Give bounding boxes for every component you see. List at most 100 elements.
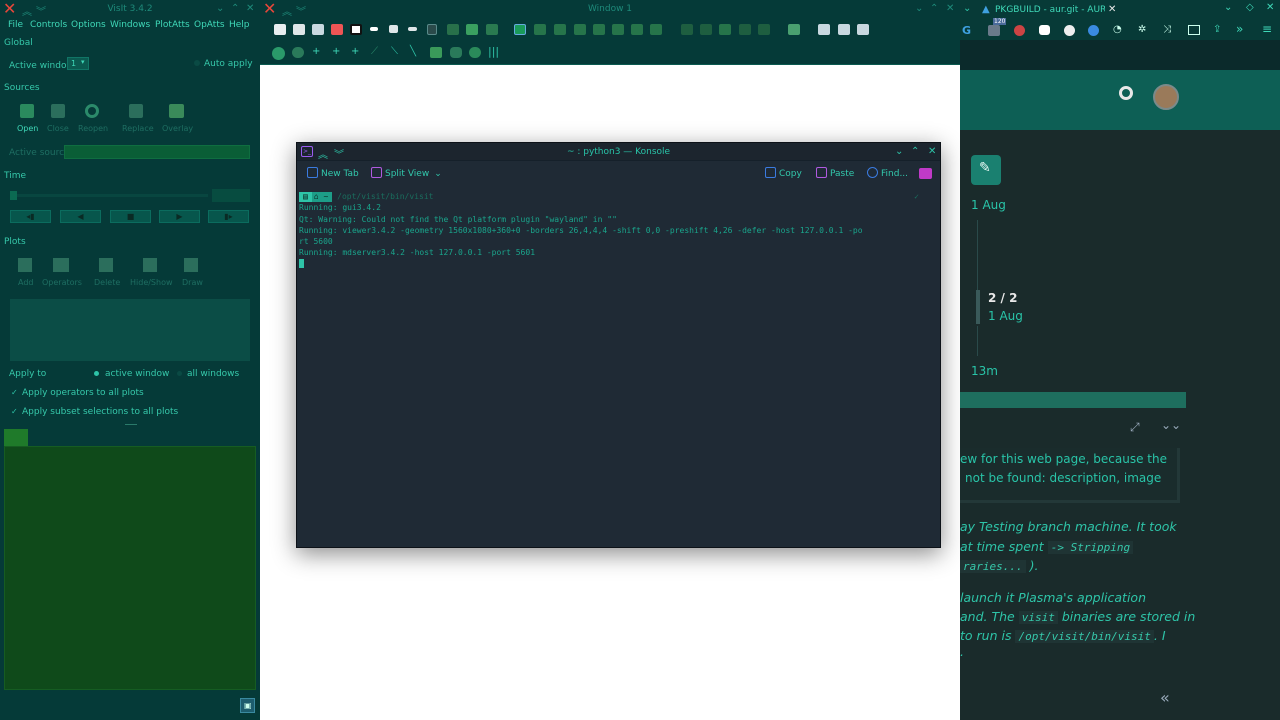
layout-1x1-icon[interactable] <box>350 24 362 35</box>
menu-icon[interactable]: ≡ <box>1262 22 1272 36</box>
save-image-icon[interactable] <box>788 24 800 35</box>
animation-stop-icon[interactable] <box>719 24 731 35</box>
navigate-mode-icon[interactable] <box>514 24 526 35</box>
menu-windows[interactable]: Windows <box>110 20 150 30</box>
stop-button[interactable]: ■ <box>110 210 151 223</box>
dock-button[interactable]: ▣ <box>240 698 255 713</box>
expand-icon[interactable]: ⤢ <box>1130 420 1140 435</box>
terminal-output[interactable]: ▤ ⌂ ~ /opt/visit/bin/visit ✓ Running: gui3… <box>299 186 927 547</box>
active-window-select[interactable]: 1 ▾ <box>67 57 89 70</box>
pick-mode-icon[interactable] <box>574 24 586 35</box>
collapse-sidebar-icon[interactable]: « <box>1160 688 1170 707</box>
time-slider[interactable] <box>10 194 208 197</box>
google-icon[interactable]: G <box>962 24 971 37</box>
new-tab-button[interactable]: New Tab <box>307 167 359 179</box>
first-frame-button[interactable]: ◂▮ <box>10 210 51 223</box>
new-window-icon[interactable] <box>293 24 305 35</box>
avatar[interactable] <box>1153 84 1179 110</box>
menu-opatts[interactable]: OpAtts <box>194 20 225 30</box>
lineout-tool-icon[interactable]: ╲ <box>410 46 416 57</box>
operators-button[interactable]: Operators <box>42 258 82 290</box>
menu-file[interactable]: File <box>8 20 23 30</box>
terminal-scrollbar[interactable] <box>929 193 937 543</box>
zoom-icon[interactable] <box>292 47 304 58</box>
zone-pick-icon[interactable] <box>593 24 605 35</box>
timeline-handle[interactable] <box>976 290 980 324</box>
translate-icon[interactable] <box>1088 25 1099 36</box>
close-source-button[interactable]: Close <box>44 104 72 136</box>
collapse-icon[interactable]: ⌄⌄ <box>1161 418 1181 432</box>
maximize-icon[interactable]: ⌃ <box>911 146 919 157</box>
puzzle-icon[interactable]: ✲ <box>1138 24 1146 35</box>
close-icon[interactable]: ✕ <box>928 146 936 157</box>
close-icon[interactable]: ✕ <box>1266 2 1274 13</box>
clock-icon[interactable]: ◔ <box>1113 24 1122 35</box>
time-slider-handle[interactable] <box>10 191 17 200</box>
maximize-icon[interactable]: ⌃ <box>930 3 938 14</box>
zoom-mode-icon[interactable] <box>534 24 546 35</box>
recenter-icon[interactable] <box>650 24 662 35</box>
copy-button[interactable]: Copy <box>765 167 802 179</box>
line-tool-icon[interactable]: ⟍ <box>391 46 398 57</box>
last-frame-button[interactable]: ▮▸ <box>208 210 249 223</box>
redo-view-icon[interactable] <box>838 24 850 35</box>
add-zone-icon[interactable]: + <box>351 46 359 57</box>
spin-mode-icon[interactable] <box>631 24 643 35</box>
time-state-field[interactable] <box>212 189 250 202</box>
draw-button[interactable]: Draw <box>178 258 206 290</box>
replace-source-button[interactable]: Replace <box>120 104 154 136</box>
node-pick-icon[interactable] <box>612 24 624 35</box>
undo-view-icon[interactable] <box>818 24 830 35</box>
delete-plot-button[interactable]: Delete <box>92 258 122 290</box>
play-button[interactable]: ▶ <box>159 210 200 223</box>
chevron-down-icon[interactable]: ⌄ <box>1224 2 1232 13</box>
lock-time-icon[interactable] <box>466 24 478 35</box>
search-icon[interactable] <box>1119 86 1133 100</box>
shuffle-icon[interactable]: ⤨ <box>1163 24 1171 35</box>
cylinder-tool-icon[interactable] <box>450 47 462 58</box>
bar-tool-icon[interactable]: ||| <box>488 45 499 58</box>
axis-icon[interactable]: ⟋ <box>371 46 378 57</box>
layout-3x3-icon[interactable] <box>427 24 437 35</box>
keep-above-icon[interactable]: ⌄ <box>963 3 971 14</box>
reverse-play-button[interactable]: ◀ <box>60 210 101 223</box>
minimize-icon[interactable]: ⌄ <box>216 3 224 14</box>
browser-tab[interactable]: ▲ PKGBUILD - aur.git - AUR P ✕ <box>980 0 1120 20</box>
find-button[interactable]: Find... <box>867 167 908 179</box>
split-view-button[interactable]: Split View ⌄ <box>371 167 442 179</box>
all-windows-radio[interactable] <box>177 371 182 376</box>
reopen-source-button[interactable]: Reopen <box>76 104 110 136</box>
plot-list[interactable] <box>10 299 250 361</box>
more-extensions-icon[interactable]: » <box>1236 22 1243 36</box>
ublock-icon[interactable] <box>1014 25 1025 36</box>
layout-2x3-icon[interactable] <box>408 27 417 31</box>
animation-back-icon[interactable] <box>700 24 712 35</box>
overlay-source-button[interactable]: Overlay <box>160 104 194 136</box>
close-tab-icon[interactable]: ✕ <box>1108 4 1116 15</box>
add-node-icon[interactable]: + <box>332 46 340 57</box>
active-window-radio[interactable] <box>94 371 99 376</box>
close-icon[interactable]: ✕ <box>246 3 254 14</box>
notepad-tab[interactable] <box>4 429 28 446</box>
auto-apply-checkbox[interactable] <box>194 60 200 66</box>
lineout-mode-icon[interactable] <box>554 24 566 35</box>
print-icon[interactable] <box>857 24 869 35</box>
maximize-icon[interactable]: ⌃ <box>231 3 239 14</box>
apply-operators-checkbox[interactable]: ✓ <box>11 388 18 397</box>
clone-window-icon[interactable] <box>312 24 324 35</box>
diamond-icon[interactable]: ◇ <box>1246 2 1254 13</box>
screen-icon[interactable] <box>1188 25 1200 35</box>
hamburger-menu-icon[interactable] <box>919 168 932 179</box>
admin-button[interactable]: ✎ <box>971 155 1001 185</box>
splitter-handle[interactable] <box>125 424 137 425</box>
hide-show-button[interactable]: Hide/Show <box>128 258 174 290</box>
apply-subset-checkbox[interactable]: ✓ <box>11 407 18 416</box>
menu-options[interactable]: Options <box>71 20 106 30</box>
globe-icon[interactable] <box>272 47 285 60</box>
app-icon[interactable] <box>988 25 1000 36</box>
lock-view-icon[interactable] <box>447 24 459 35</box>
animation-play-icon[interactable] <box>739 24 751 35</box>
animation-first-icon[interactable] <box>681 24 693 35</box>
add-plot-button[interactable]: Add <box>14 258 36 290</box>
sphere-tool-icon[interactable] <box>469 47 481 58</box>
